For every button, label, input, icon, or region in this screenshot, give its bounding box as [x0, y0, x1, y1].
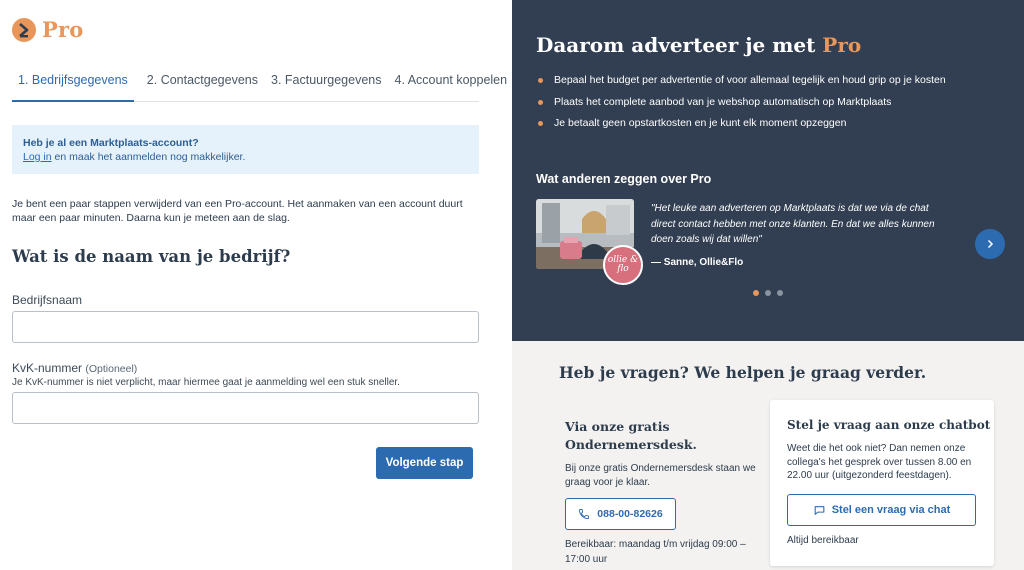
kvk-hint: Je KvK-nummer is niet verplicht, maar hi… [12, 377, 400, 388]
chat-bubble-icon [814, 505, 825, 515]
kvk-label-text: KvK-nummer [12, 361, 83, 375]
company-name-input[interactable] [12, 311, 479, 343]
step-tabs: 1. Bedrijfsgegevens 2. Contactgegevens 3… [12, 66, 507, 102]
promo-title: Daarom adverteer je met Pro [536, 33, 861, 57]
benefit-text: Bepaal het budget per advertentie of voo… [554, 74, 946, 86]
phone-number: 088-00-82626 [597, 508, 663, 520]
tab-bedrijfsgegevens[interactable]: 1. Bedrijfsgegevens [12, 66, 134, 102]
kvk-label: KvK-nummer (Optioneel) [12, 361, 137, 375]
carousel-dot[interactable] [777, 290, 783, 296]
pro-logo[interactable]: Pro [12, 17, 83, 42]
testimonials-title: Wat anderen zeggen over Pro [536, 172, 712, 186]
login-info-box: Heb je al een Marktplaats-account? Log i… [12, 125, 479, 174]
ollie-flo-badge: ollie & flo [603, 245, 643, 285]
chat-text: Weet die het ook niet? Dan nemen onze co… [787, 443, 972, 481]
ondernemersdesk: Via onze gratis Ondernemersdesk. Bij onz… [565, 418, 765, 490]
kvk-optional: (Optioneel) [85, 363, 138, 375]
phone-button[interactable]: 088-00-82626 [565, 498, 676, 530]
info-rest: en maak het aanmelden nog makkelijker. [51, 151, 246, 163]
company-name-label: Bedrijfsnaam [12, 293, 83, 307]
carousel-next-button[interactable] [975, 229, 1005, 259]
chat-button-label: Stel een vraag via chat [831, 504, 951, 516]
benefit-item: Bepaal het budget per advertentie of voo… [538, 70, 946, 92]
info-title: Heb je al een Marktplaats-account? [23, 137, 199, 149]
tab-factuurgegevens[interactable]: 3. Factuurgegevens [271, 66, 382, 101]
benefit-text: Plaats het complete aanbod van je websho… [554, 95, 892, 108]
info-line: Log in en maak het aanmelden nog makkeli… [23, 150, 468, 164]
kvk-input[interactable] [12, 392, 479, 424]
signup-panel: Pro 1. Bedrijfsgegevens 2. Contactgegeve… [0, 0, 512, 570]
chat-title: Stel je vraag aan onze chatbot [787, 418, 991, 432]
benefit-item: Plaats het complete aanbod van je websho… [538, 92, 946, 114]
company-question: Wat is de naam van je bedrijf? [12, 247, 291, 266]
bullet-icon [538, 121, 543, 127]
next-step-button[interactable]: Volgende stap [376, 447, 473, 479]
chatbot-card: Stel je vraag aan onze chatbot Weet die … [770, 400, 994, 566]
chevron-right-icon [987, 239, 994, 249]
testimonial-author: — Sanne, Ollie&Flo [651, 257, 744, 268]
testimonial-quote: "Het leuke aan adverteren op Marktplaats… [651, 203, 935, 245]
desk-text: Bij onze gratis Ondernemersdesk staan we… [565, 463, 756, 488]
chat-availability: Altijd bereikbaar [787, 535, 859, 546]
help-panel: Heb je vragen? We helpen je graag verder… [512, 341, 1024, 570]
chat-button[interactable]: Stel een vraag via chat [787, 494, 976, 526]
desk-availability: Bereikbaar: maandag t/m vrijdag 09:00 – … [565, 539, 746, 565]
benefit-list: Bepaal het budget per advertentie of voo… [538, 70, 946, 135]
promo-title-accent: Pro [822, 33, 862, 57]
phone-icon [579, 509, 590, 519]
benefit-text: Je betaalt geen opstartkosten en je kunt… [554, 117, 847, 129]
benefit-item: Je betaalt geen opstartkosten en je kunt… [538, 113, 946, 135]
intro-text: Je bent een paar stappen verwijderd van … [12, 198, 463, 224]
tab-contactgegevens[interactable]: 2. Contactgegevens [147, 66, 258, 101]
pro-logo-icon [12, 17, 36, 42]
login-link[interactable]: Log in [23, 151, 52, 163]
bullet-icon [538, 99, 543, 105]
help-title: Heb je vragen? We helpen je graag verder… [559, 363, 927, 382]
bullet-icon [538, 78, 543, 84]
carousel-dot[interactable] [765, 290, 771, 296]
desk-title: Via onze gratis Ondernemersdesk. [565, 419, 697, 452]
carousel-dot[interactable] [753, 290, 759, 296]
promo-panel: Daarom adverteer je met Pro Bepaal het b… [512, 0, 1024, 341]
pro-logo-text: Pro [42, 17, 84, 42]
tab-account-koppelen[interactable]: 4. Account koppelen [395, 66, 508, 101]
promo-title-prefix: Daarom adverteer je met [536, 33, 823, 57]
carousel-dots [753, 290, 789, 296]
